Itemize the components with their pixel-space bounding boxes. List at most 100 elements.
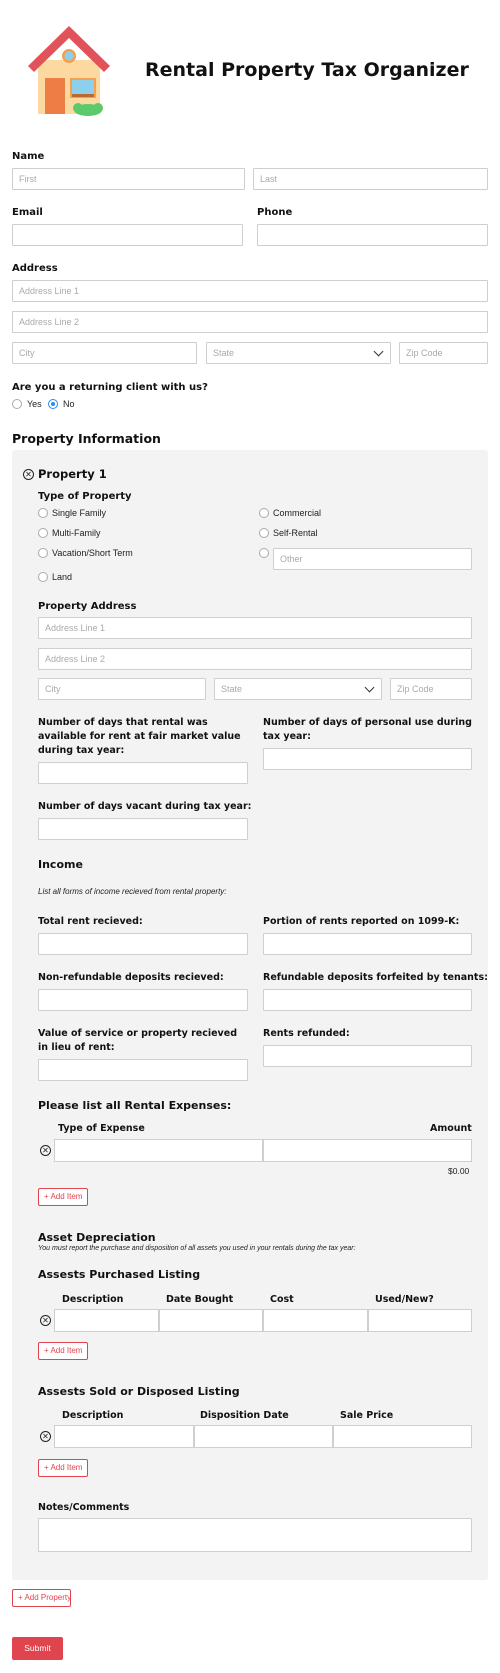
type-other-input[interactable]: Other xyxy=(273,548,472,570)
type-self-rental-radio[interactable] xyxy=(259,528,269,538)
portion-1099-label: Portion of rents reported on 1099-K: xyxy=(263,916,460,927)
type-commercial-label: Commercial xyxy=(273,508,322,518)
service-value-label: Value of service or property recieved in… xyxy=(38,1028,237,1053)
sold-description-header: Description xyxy=(62,1410,124,1421)
income-heading: Income xyxy=(38,858,83,871)
property-title: Property 1 xyxy=(38,467,107,481)
rents-refunded-input[interactable] xyxy=(263,1045,472,1067)
nonrefundable-deposits-label: Non-refundable deposits recieved: xyxy=(38,972,224,983)
house-icon xyxy=(24,22,114,118)
add-expense-button[interactable]: + Add Item xyxy=(38,1188,88,1206)
add-purchased-asset-button[interactable]: + Add Item xyxy=(38,1342,88,1360)
add-sold-label: Add Item xyxy=(50,1463,83,1472)
expenses-heading: Please list all Rental Expenses: xyxy=(38,1099,232,1112)
days-personal-input[interactable] xyxy=(263,748,472,770)
email-input[interactable] xyxy=(12,224,243,246)
property-address-line1-input[interactable]: Address Line 1 xyxy=(38,617,472,639)
submit-button[interactable]: Submit xyxy=(12,1637,63,1660)
asset-depreciation-heading: Asset Depreciation xyxy=(38,1231,156,1244)
type-land-label: Land xyxy=(52,572,73,582)
zip-input[interactable]: Zip Code xyxy=(399,342,488,364)
type-single-family-radio[interactable] xyxy=(38,508,48,518)
add-property-label: Add Property xyxy=(24,1593,72,1602)
asset-depreciation-note: You must report the purchase and disposi… xyxy=(38,1245,356,1252)
add-purchased-label: Add Item xyxy=(50,1346,83,1355)
property-state-select[interactable]: State xyxy=(214,678,382,700)
notes-label: Notes/Comments xyxy=(38,1502,130,1513)
days-fmv-input[interactable] xyxy=(38,762,248,784)
total-rent-label: Total rent recieved: xyxy=(38,916,143,927)
income-note: List all forms of income recieved from r… xyxy=(38,887,227,896)
type-self-rental-label: Self-Rental xyxy=(273,528,318,538)
address-label: Address xyxy=(12,263,58,274)
total-rent-input[interactable] xyxy=(38,933,248,955)
property-address-line2-input[interactable]: Address Line 2 xyxy=(38,648,472,670)
expense-amount-cell[interactable] xyxy=(263,1139,472,1162)
notes-textarea[interactable] xyxy=(38,1518,472,1552)
expense-amount-header: Amount xyxy=(430,1123,472,1134)
purchased-description-cell[interactable] xyxy=(54,1309,159,1332)
property-zip-input[interactable]: Zip Code xyxy=(390,678,472,700)
returning-yes-radio[interactable] xyxy=(12,399,22,409)
add-property-button[interactable]: + Add Property xyxy=(12,1589,71,1607)
portion-1099-input[interactable] xyxy=(263,933,472,955)
property-city-input[interactable]: City xyxy=(38,678,206,700)
address-line2-input[interactable]: Address Line 2 xyxy=(12,311,488,333)
purchased-description-header: Description xyxy=(62,1294,124,1305)
phone-label: Phone xyxy=(257,207,293,218)
property-state-value: State xyxy=(221,684,243,694)
assets-sold-heading: Assests Sold or Disposed Listing xyxy=(38,1385,240,1398)
type-other-radio[interactable] xyxy=(259,548,269,558)
purchased-cost-header: Cost xyxy=(270,1294,294,1305)
service-value-input[interactable] xyxy=(38,1059,248,1081)
type-multi-family-label: Multi-Family xyxy=(52,528,101,538)
first-name-input[interactable]: First xyxy=(12,168,245,190)
add-sold-asset-button[interactable]: + Add Item xyxy=(38,1459,88,1477)
remove-circle-icon[interactable]: ✕ xyxy=(40,1145,51,1156)
purchased-used-new-header: Used/New? xyxy=(375,1294,434,1305)
sold-disposition-date-header: Disposition Date xyxy=(200,1410,289,1421)
expense-type-cell[interactable] xyxy=(54,1139,263,1162)
returning-no-radio[interactable] xyxy=(48,399,58,409)
page-title: Rental Property Tax Organizer xyxy=(145,59,469,81)
expense-total: $0.00 xyxy=(448,1166,470,1176)
property-information-heading: Property Information xyxy=(12,431,161,446)
type-of-property-label: Type of Property xyxy=(38,491,132,502)
refundable-deposits-input[interactable] xyxy=(263,989,472,1011)
purchased-cost-cell[interactable] xyxy=(263,1309,368,1332)
name-label: Name xyxy=(12,151,45,162)
address-line1-input[interactable]: Address Line 1 xyxy=(12,280,488,302)
days-vacant-label: Number of days vacant during tax year: xyxy=(38,801,252,812)
last-name-input[interactable]: Last xyxy=(253,168,488,190)
returning-client-question: Are you a returning client with us? xyxy=(12,382,208,393)
remove-circle-icon[interactable]: ✕ xyxy=(40,1431,51,1442)
state-select[interactable]: State xyxy=(206,342,391,364)
refundable-deposits-label: Refundable deposits forfeited by tenants… xyxy=(263,972,488,983)
rents-refunded-label: Rents refunded: xyxy=(263,1028,350,1039)
remove-circle-icon[interactable]: ✕ xyxy=(23,469,34,480)
sold-sale-price-header: Sale Price xyxy=(340,1410,394,1421)
email-label: Email xyxy=(12,207,43,218)
days-vacant-input[interactable] xyxy=(38,818,248,840)
purchased-date-header: Date Bought xyxy=(166,1294,234,1305)
type-multi-family-radio[interactable] xyxy=(38,528,48,538)
returning-yes-label: Yes xyxy=(27,399,42,409)
property-address-label: Property Address xyxy=(38,601,137,612)
sold-sale-price-cell[interactable] xyxy=(333,1425,472,1448)
state-select-value: State xyxy=(213,348,235,358)
days-personal-label: Number of days of personal use during ta… xyxy=(263,717,472,742)
city-input[interactable]: City xyxy=(12,342,197,364)
remove-circle-icon[interactable]: ✕ xyxy=(40,1315,51,1326)
sold-description-cell[interactable] xyxy=(54,1425,194,1448)
purchased-used-new-cell[interactable] xyxy=(368,1309,472,1332)
purchased-date-cell[interactable] xyxy=(159,1309,263,1332)
phone-input[interactable] xyxy=(257,224,488,246)
nonrefundable-deposits-input[interactable] xyxy=(38,989,248,1011)
type-vacation-label: Vacation/Short Term xyxy=(52,548,133,558)
type-commercial-radio[interactable] xyxy=(259,508,269,518)
type-vacation-radio[interactable] xyxy=(38,548,48,558)
sold-disposition-date-cell[interactable] xyxy=(194,1425,333,1448)
expense-type-header: Type of Expense xyxy=(58,1123,145,1134)
days-fmv-label: Number of days that rental was available… xyxy=(38,717,241,756)
type-land-radio[interactable] xyxy=(38,572,48,582)
